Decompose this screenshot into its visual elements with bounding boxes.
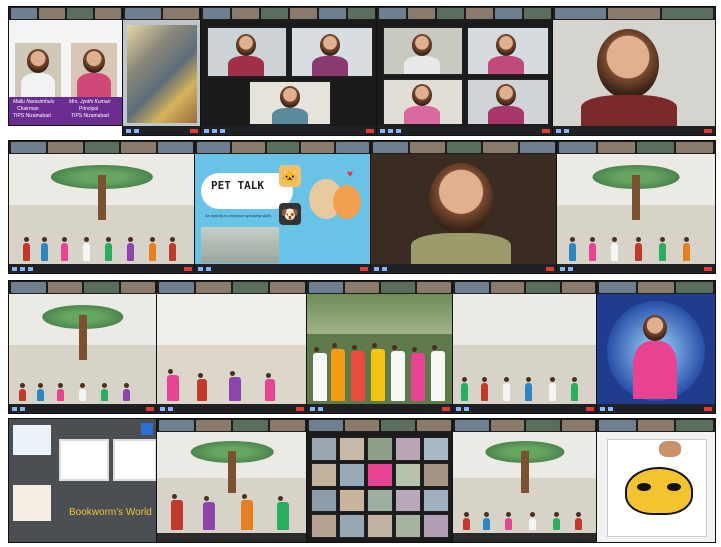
meeting-controls bbox=[453, 404, 597, 413]
principal-name: Mrs. Jyothi Kumari bbox=[69, 99, 111, 105]
meeting-controls bbox=[201, 126, 377, 135]
drawing-artwork bbox=[127, 25, 197, 123]
participant-strip bbox=[9, 141, 195, 154]
tile-kids-running bbox=[452, 280, 598, 414]
tile-bookworms-world: Bookworm's World bbox=[8, 418, 158, 543]
hand bbox=[659, 441, 681, 457]
tile-classical-dance bbox=[156, 418, 308, 543]
participant-strip bbox=[597, 419, 715, 432]
slide-panel bbox=[13, 425, 51, 455]
meeting-controls bbox=[553, 126, 715, 135]
participant-strip bbox=[123, 7, 201, 20]
slide-panel bbox=[13, 485, 51, 521]
chairman-title: Chairman bbox=[17, 106, 39, 112]
meeting-controls bbox=[157, 404, 307, 413]
video-cell bbox=[383, 27, 463, 75]
slide-panel bbox=[59, 439, 109, 481]
pet-talk-emoji-cat: 🐱 bbox=[279, 165, 301, 187]
video-cell bbox=[467, 27, 549, 75]
participant-strip bbox=[371, 141, 557, 154]
participant-strip bbox=[157, 281, 307, 294]
participant-strip bbox=[195, 141, 371, 154]
tile-kids-seated bbox=[8, 280, 158, 414]
participant-strip bbox=[597, 281, 715, 294]
participant-strip bbox=[553, 7, 715, 20]
tile-artwork bbox=[122, 6, 202, 136]
tile-banner-chairman-principal: Mallu Narasimhulu Chairman Mrs. Jyothi K… bbox=[8, 6, 124, 126]
chairman-name: Mallu Narasimhulu bbox=[13, 99, 55, 105]
participant-strip bbox=[9, 7, 123, 20]
tile-speaker-teacher bbox=[370, 140, 558, 274]
chairman-photo bbox=[15, 43, 61, 99]
heart-icon: ♥ bbox=[347, 169, 353, 180]
meeting-controls bbox=[557, 264, 715, 273]
participant-strip bbox=[307, 419, 453, 432]
video-cell bbox=[383, 79, 463, 125]
meeting-controls bbox=[377, 126, 553, 135]
participant-strip bbox=[9, 281, 157, 294]
meeting-controls bbox=[307, 404, 453, 413]
banner-caption: Mallu Narasimhulu Chairman Mrs. Jyothi K… bbox=[9, 97, 123, 125]
tile-gallery-grid bbox=[306, 418, 454, 543]
pet-talk-emoji-dog: 🐶 bbox=[279, 203, 301, 225]
video-cell bbox=[291, 27, 373, 77]
participant-strip bbox=[377, 7, 553, 20]
tile-girl-stage bbox=[596, 280, 716, 414]
participant-strip bbox=[157, 419, 307, 432]
tile-pet-talk: PET TALK An activity to enhance speaking… bbox=[194, 140, 372, 274]
dog-cat-illustration: ♥ bbox=[307, 169, 363, 239]
tile-gallery-teachers-2 bbox=[376, 6, 554, 136]
principal-title: Principal bbox=[79, 106, 99, 112]
pet-talk-title: PET TALK bbox=[211, 179, 264, 192]
participant-strip bbox=[453, 281, 597, 294]
tile-speaker-smiling bbox=[552, 6, 716, 136]
meeting-controls bbox=[9, 264, 195, 273]
principal-photo bbox=[71, 43, 117, 99]
video-cell bbox=[249, 81, 331, 125]
page-badge bbox=[141, 423, 153, 435]
org-name-left: TIPS Nizamabad bbox=[13, 113, 51, 119]
tile-kids-floor bbox=[452, 418, 598, 543]
video-cell bbox=[207, 27, 287, 77]
mask-drawing bbox=[625, 467, 693, 515]
tile-dance-pink bbox=[156, 280, 308, 414]
tile-gallery-teachers-1 bbox=[200, 6, 378, 136]
tile-kids-costumes bbox=[306, 280, 454, 414]
meeting-controls bbox=[371, 264, 557, 273]
tile-dance-hall-1 bbox=[8, 140, 196, 274]
org-name-right: TIPS Nizamabad bbox=[71, 113, 109, 119]
meeting-controls bbox=[123, 126, 201, 135]
meeting-controls bbox=[195, 264, 371, 273]
participant-strip bbox=[307, 281, 453, 294]
participant-strip bbox=[201, 7, 377, 20]
classroom-photo bbox=[201, 227, 279, 263]
meeting-controls bbox=[597, 404, 715, 413]
tile-dance-hall-2 bbox=[556, 140, 716, 274]
slide-panel bbox=[113, 439, 157, 481]
bookworms-world-title: Bookworm's World bbox=[69, 507, 152, 518]
tile-mask-craft bbox=[596, 418, 716, 543]
meeting-controls bbox=[9, 404, 157, 413]
participant-strip bbox=[453, 419, 597, 432]
participant-strip bbox=[557, 141, 715, 154]
video-cell bbox=[467, 79, 549, 125]
